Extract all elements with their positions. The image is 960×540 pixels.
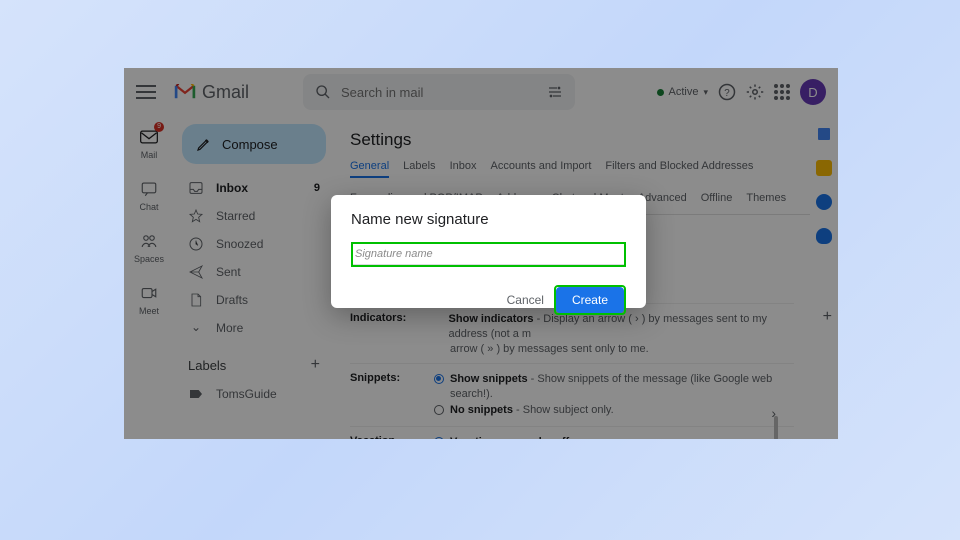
create-button[interactable]: Create xyxy=(556,287,624,313)
tab-accounts[interactable]: Accounts and Import xyxy=(490,160,591,178)
tasks-icon[interactable] xyxy=(816,194,832,210)
signature-input-highlight xyxy=(351,242,626,267)
search-icon xyxy=(315,84,331,100)
radio-vacation-off[interactable] xyxy=(434,437,444,439)
setting-vacation: Vacation responder: Vacation responder o… xyxy=(350,426,794,439)
sent-icon xyxy=(188,264,204,280)
main-menu-icon[interactable] xyxy=(136,82,156,102)
labels-header: Labels + xyxy=(174,342,334,380)
gmail-logo-icon xyxy=(174,84,196,100)
cancel-button[interactable]: Cancel xyxy=(507,293,544,307)
header-actions: Active ▾ ? D xyxy=(657,79,827,105)
tab-inbox[interactable]: Inbox xyxy=(450,160,477,178)
vacation-label: Vacation responder: xyxy=(350,435,410,439)
status-chip[interactable]: Active ▾ xyxy=(657,86,709,98)
indicators-line2: arrow ( » ) by messages sent only to me. xyxy=(434,343,794,355)
label-icon xyxy=(188,386,204,402)
name-signature-dialog: Name new signature Cancel Create xyxy=(331,195,646,308)
tab-labels[interactable]: Labels xyxy=(403,160,435,178)
dialog-title: Name new signature xyxy=(351,211,626,228)
starred-label: Starred xyxy=(216,209,255,223)
search-options-icon[interactable] xyxy=(547,84,563,100)
sidebar-item-more[interactable]: ⌄ More xyxy=(174,314,334,342)
create-button-highlight: Create xyxy=(554,285,626,315)
chevron-down-icon: ▾ xyxy=(703,87,708,98)
indicators-show-option[interactable]: Show indicators - Display an arrow ( › )… xyxy=(434,312,794,343)
gear-icon[interactable] xyxy=(746,83,764,101)
compose-button[interactable]: Compose xyxy=(182,124,326,164)
google-apps-icon[interactable] xyxy=(774,84,790,100)
compose-label: Compose xyxy=(222,137,278,152)
left-rail: 9 Mail Chat Spaces Meet xyxy=(124,116,174,316)
snippets-show-option[interactable]: Show snippets - Show snippets of the mes… xyxy=(434,372,794,403)
rail-mail-label: Mail xyxy=(141,150,158,160)
svg-text:?: ? xyxy=(724,88,730,99)
chevron-down-icon: ⌄ xyxy=(188,320,204,336)
label1-text: TomsGuide xyxy=(216,387,277,401)
add-label-icon[interactable]: + xyxy=(311,356,320,374)
sidebar: Compose Inbox 9 Starred Snoozed Sent Dra… xyxy=(174,116,334,416)
rail-mail[interactable]: 9 Mail xyxy=(138,126,160,160)
clock-icon xyxy=(188,236,204,252)
status-label: Active xyxy=(669,86,699,98)
chat-icon xyxy=(140,180,158,198)
rail-chat[interactable]: Chat xyxy=(138,178,160,212)
snippets-label: Snippets: xyxy=(350,372,410,418)
rail-chat-label: Chat xyxy=(139,202,158,212)
add-on-plus-icon[interactable]: + xyxy=(823,308,832,326)
tab-offline[interactable]: Offline xyxy=(701,192,733,208)
star-icon xyxy=(188,208,204,224)
tab-themes[interactable]: Themes xyxy=(746,192,786,208)
labels-title: Labels xyxy=(188,358,226,373)
search-box[interactable] xyxy=(303,74,575,110)
drafts-icon xyxy=(188,292,204,308)
search-input[interactable] xyxy=(341,85,537,100)
more-label: More xyxy=(216,321,243,335)
sidebar-item-snoozed[interactable]: Snoozed xyxy=(174,230,334,258)
header: Gmail Active ▾ ? D xyxy=(124,68,838,116)
account-avatar[interactable]: D xyxy=(800,79,826,105)
tab-general[interactable]: General xyxy=(350,160,389,178)
settings-body: Indicators: Show indicators - Display an… xyxy=(350,303,794,439)
rail-spaces-label: Spaces xyxy=(134,254,164,264)
mail-badge: 9 xyxy=(154,122,164,132)
calendar-icon[interactable] xyxy=(816,126,832,142)
drafts-label: Drafts xyxy=(216,293,248,307)
signature-name-input[interactable] xyxy=(353,244,624,265)
contacts-icon[interactable] xyxy=(816,228,832,244)
gmail-logo[interactable]: Gmail xyxy=(174,82,249,103)
inbox-count: 9 xyxy=(314,182,320,194)
snippets-no-option[interactable]: No snippets - Show subject only. xyxy=(434,403,794,418)
status-dot-icon xyxy=(657,89,664,96)
sidebar-item-inbox[interactable]: Inbox 9 xyxy=(174,174,334,202)
dialog-actions: Cancel Create xyxy=(351,285,626,315)
sidebar-item-sent[interactable]: Sent xyxy=(174,258,334,286)
rail-meet[interactable]: Meet xyxy=(138,282,160,316)
sent-label: Sent xyxy=(216,265,241,279)
right-side-panel xyxy=(810,126,838,244)
snoozed-label: Snoozed xyxy=(216,237,263,251)
radio-no-snippets[interactable] xyxy=(434,405,444,415)
sidebar-item-drafts[interactable]: Drafts xyxy=(174,286,334,314)
rail-spaces[interactable]: Spaces xyxy=(134,230,164,264)
inbox-icon xyxy=(188,180,204,196)
indicators-label: Indicators: xyxy=(350,312,410,355)
pencil-icon xyxy=(196,136,212,152)
sidebar-item-label-tomsguide[interactable]: TomsGuide xyxy=(174,380,334,408)
inbox-label: Inbox xyxy=(216,181,248,195)
vacation-off-option[interactable]: Vacation responder off xyxy=(434,435,794,439)
sidebar-item-starred[interactable]: Starred xyxy=(174,202,334,230)
scroll-right-icon[interactable]: › xyxy=(771,405,776,421)
app-name: Gmail xyxy=(202,82,249,103)
setting-snippets: Snippets: Show snippets - Show snippets … xyxy=(350,363,794,426)
keep-icon[interactable] xyxy=(816,160,832,176)
tab-filters[interactable]: Filters and Blocked Addresses xyxy=(605,160,753,178)
meet-icon xyxy=(140,284,158,302)
radio-show-snippets[interactable] xyxy=(434,374,444,384)
settings-title: Settings xyxy=(350,130,794,150)
spaces-icon xyxy=(140,232,158,250)
support-icon[interactable]: ? xyxy=(718,83,736,101)
rail-meet-label: Meet xyxy=(139,306,159,316)
